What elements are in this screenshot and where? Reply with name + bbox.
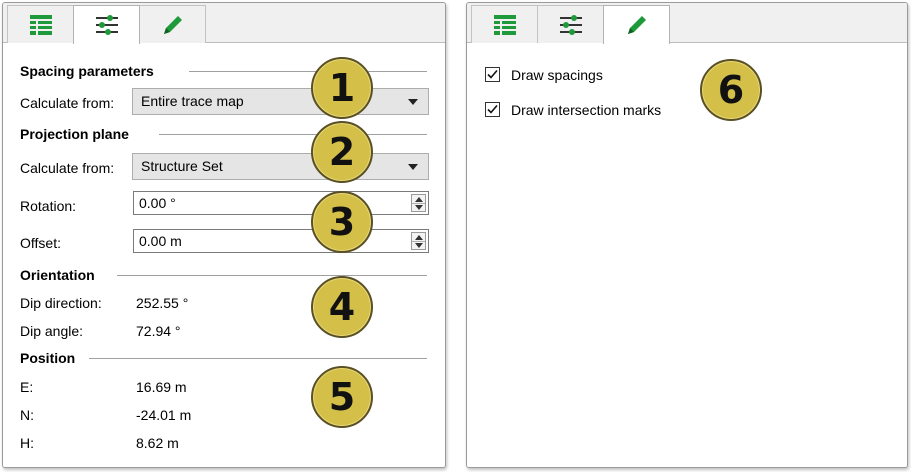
spacing-section-title: Spacing parameters [20, 63, 154, 79]
draw-intersection-checkbox[interactable] [485, 102, 500, 117]
section-divider [89, 358, 427, 359]
tab-list[interactable] [471, 5, 538, 43]
tab-settings[interactable] [537, 5, 604, 43]
section-divider [159, 134, 427, 135]
projection-section-title: Projection plane [20, 126, 129, 142]
rotation-value: 0.00 ° [139, 195, 176, 211]
projection-calc-dropdown[interactable]: Structure Set [132, 153, 429, 180]
callout-badge-1: 1 [311, 57, 373, 119]
e-label: E: [20, 379, 34, 395]
h-value: 8.62 m [136, 435, 179, 451]
callout-badge-5: 5 [311, 366, 373, 428]
e-value: 16.69 m [136, 379, 187, 395]
n-value: -24.01 m [136, 407, 192, 423]
pencil-icon [163, 15, 182, 34]
draw-spacings-label[interactable]: Draw spacings [511, 67, 603, 83]
draw-content: Draw spacings Draw intersection marks [467, 43, 907, 467]
tab-bar [3, 3, 445, 44]
chevron-down-icon [408, 164, 418, 170]
section-divider [117, 275, 427, 276]
tab-list[interactable] [7, 5, 74, 43]
projection-calc-label: Calculate from: [20, 160, 115, 176]
n-label: N: [20, 407, 34, 423]
section-divider [189, 71, 427, 72]
list-icon [29, 14, 52, 35]
orientation-section-title: Orientation [20, 267, 95, 283]
tab-draw[interactable] [139, 5, 206, 43]
dip-angle-value: 72.94 ° [136, 323, 181, 339]
offset-input[interactable]: 0.00 m [133, 229, 429, 253]
tab-bar [467, 3, 907, 44]
spacing-calc-dropdown[interactable]: Entire trace map [132, 88, 429, 115]
draw-spacings-checkbox[interactable] [485, 67, 500, 82]
settings-content: Spacing parameters Calculate from: Entir… [3, 43, 445, 467]
h-label: H: [20, 435, 34, 451]
rotation-label: Rotation: [20, 198, 77, 214]
offset-stepper[interactable] [411, 232, 426, 250]
pencil-icon [627, 16, 646, 34]
sliders-icon [559, 14, 582, 35]
spacing-calc-label: Calculate from: [20, 95, 115, 111]
checkmark-icon [487, 69, 498, 79]
projection-calc-value: Structure Set [141, 158, 223, 174]
callout-badge-3: 3 [311, 191, 373, 253]
callout-badge-6: 6 [700, 59, 762, 121]
draw-intersection-label[interactable]: Draw intersection marks [511, 102, 661, 118]
checkmark-icon [487, 104, 498, 114]
list-icon [493, 14, 516, 35]
tab-draw[interactable] [603, 5, 670, 44]
rotation-input[interactable]: 0.00 ° [133, 191, 429, 215]
dip-direction-label: Dip direction: [20, 295, 102, 311]
chevron-down-icon [408, 99, 418, 105]
settings-panel-left: Spacing parameters Calculate from: Entir… [2, 2, 446, 468]
dip-direction-value: 252.55 ° [136, 295, 189, 311]
settings-panel-right: Draw spacings Draw intersection marks [466, 2, 908, 468]
tab-settings[interactable] [73, 5, 140, 44]
offset-value: 0.00 m [139, 233, 182, 249]
callout-badge-2: 2 [311, 121, 373, 183]
rotation-stepper[interactable] [411, 194, 426, 212]
callout-badge-4: 4 [311, 276, 373, 338]
offset-label: Offset: [20, 235, 61, 251]
sliders-icon [95, 15, 118, 35]
dip-angle-label: Dip angle: [20, 323, 84, 339]
spacing-calc-value: Entire trace map [141, 93, 244, 109]
position-section-title: Position [20, 350, 76, 366]
